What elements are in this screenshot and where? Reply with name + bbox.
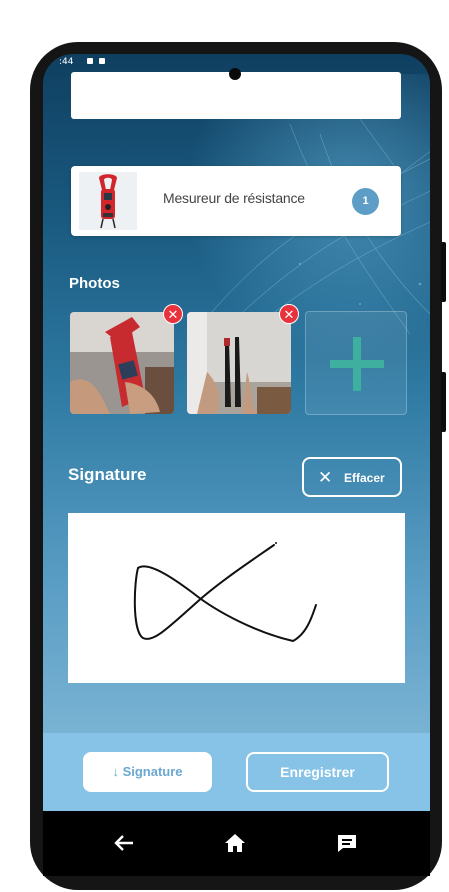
download-signature-button[interactable]: ↓ Signature [83, 752, 212, 792]
product-card[interactable]: Mesureur de résistance 1 [71, 166, 401, 236]
signature-pad[interactable] [68, 513, 405, 683]
photo-thumbnail[interactable] [187, 312, 291, 414]
signature-title: Signature [68, 465, 147, 484]
quantity-badge: 1 [352, 188, 379, 215]
product-image [79, 172, 137, 230]
notification-icon [99, 58, 105, 64]
clear-signature-button[interactable]: ✕ Effacer [302, 457, 402, 497]
front-camera [229, 68, 241, 80]
plus-icon [330, 337, 384, 391]
clamp-meter-icon [79, 172, 137, 230]
back-arrow-icon[interactable] [113, 832, 135, 859]
add-photo-button[interactable] [305, 311, 407, 415]
delete-photo-button[interactable]: ✕ [279, 304, 299, 324]
power-button [441, 372, 446, 432]
photo-clamp-meter [70, 312, 174, 414]
product-name: Mesureur de résistance [163, 190, 305, 206]
signature-stroke [133, 542, 317, 643]
photos-title: Photos [69, 275, 120, 292]
home-icon[interactable] [224, 832, 246, 859]
save-button[interactable]: Enregistrer [246, 752, 389, 792]
close-icon: ✕ [318, 468, 333, 487]
clear-label: Effacer [344, 471, 385, 485]
chat-icon[interactable] [336, 832, 358, 859]
photo-thumbnail[interactable] [70, 312, 174, 414]
photo-probes [187, 312, 291, 414]
delete-photo-button[interactable]: ✕ [163, 304, 183, 324]
status-time: :44 [59, 57, 74, 67]
volume-button [441, 242, 446, 302]
notification-icon [87, 58, 93, 64]
